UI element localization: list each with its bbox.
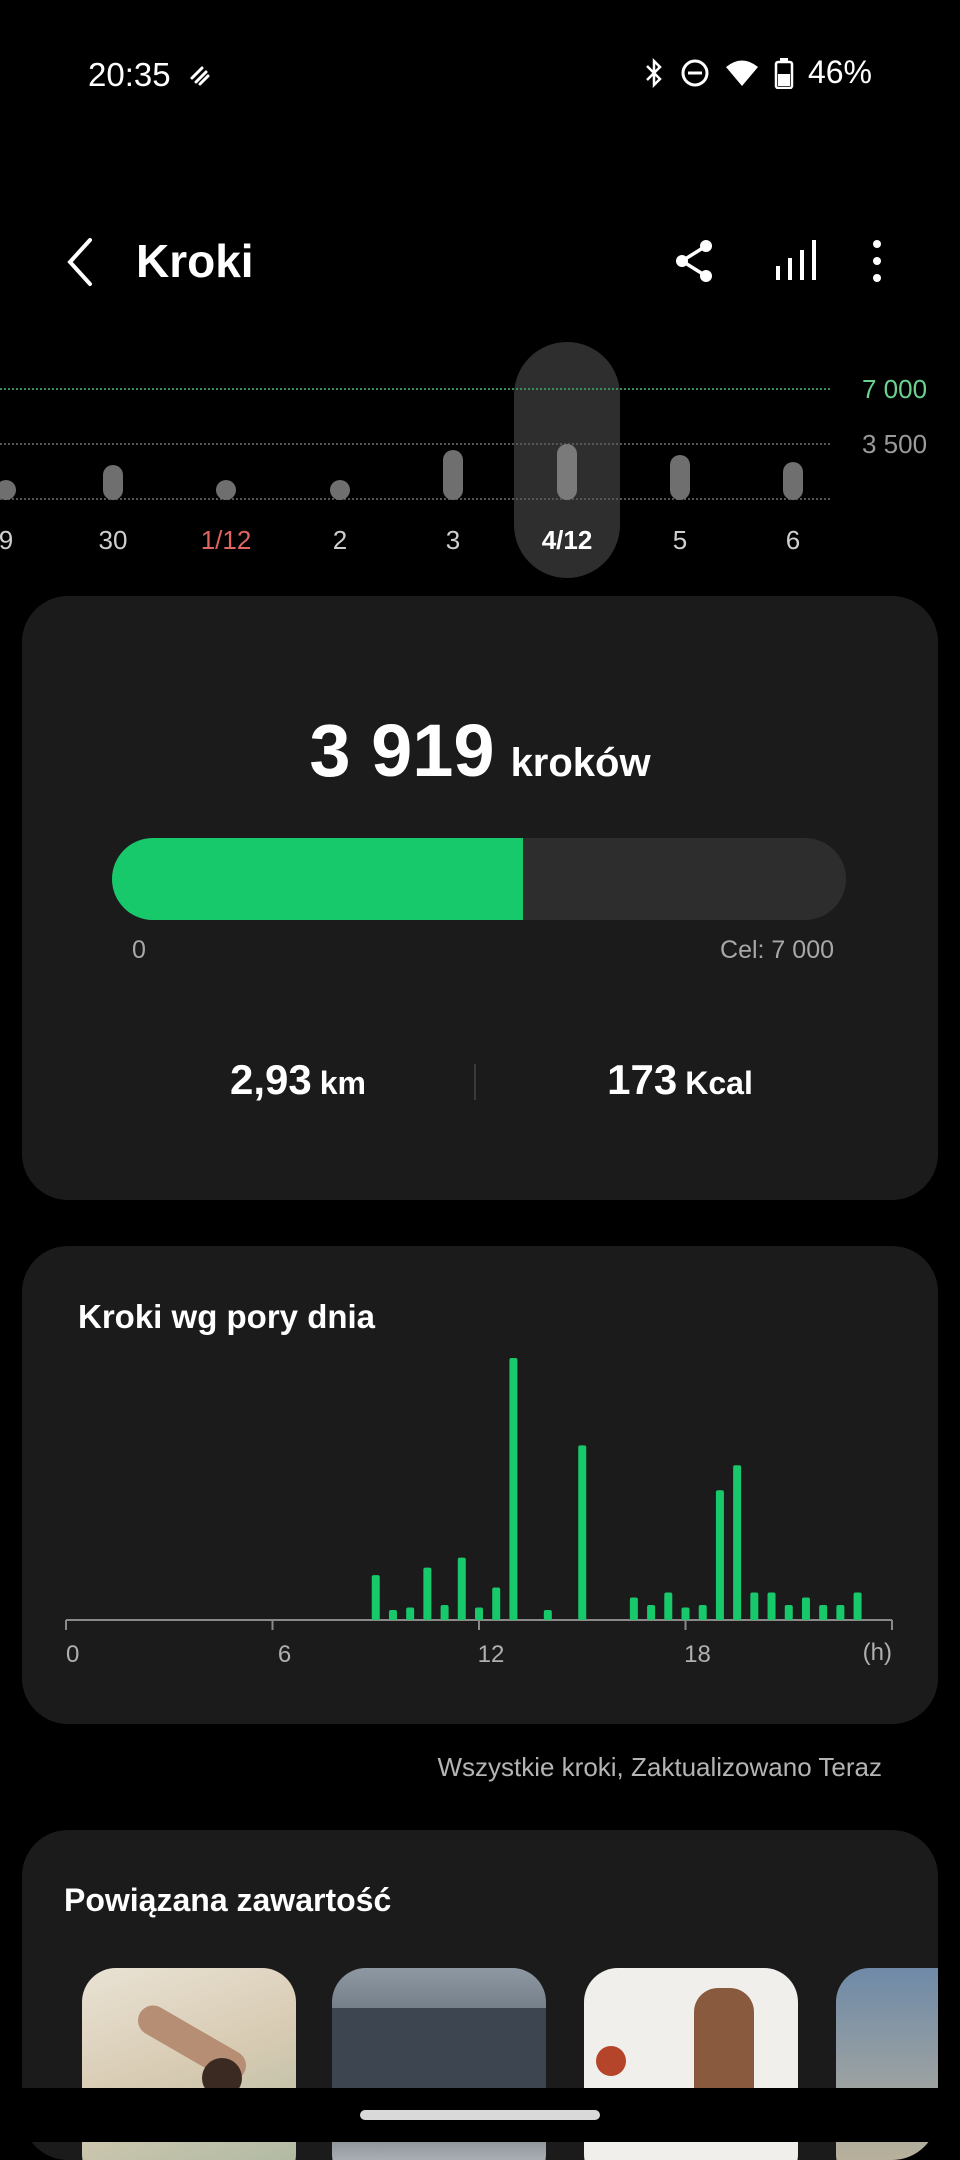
day-bar-7[interactable] [783,462,803,500]
hour-bar [715,1490,724,1620]
hour-bar [750,1592,759,1620]
hour-bar [733,1465,742,1620]
goal-gridline [0,388,830,390]
distance-unit: km [319,1065,366,1101]
progress-min-label: 0 [132,936,146,964]
hour-bar [388,1610,397,1620]
x-tick-label: 6 [278,1641,291,1668]
battery-icon [774,57,794,89]
steps-total: 3 919 kroków [22,708,938,793]
hour-bar [819,1605,828,1620]
calories-value: 173 [607,1056,678,1103]
do-not-disturb-icon [681,59,709,86]
day-bar-6[interactable] [670,455,690,500]
calories-stat: 173 Kcal [530,1056,830,1104]
day-label-1[interactable]: 30 [73,525,153,556]
day-label-3[interactable]: 2 [300,525,380,556]
hour-bar [457,1557,466,1620]
page-title: Kroki [136,235,254,287]
hourly-steps-chart: 0 6 12 18 (h) [65,1358,893,1668]
hour-bar [853,1592,862,1620]
bluetooth-icon [646,57,662,88]
status-time: 20:35 [88,56,171,93]
day-bar-0[interactable] [0,480,16,500]
hour-bar [681,1607,690,1620]
goal-progress-bar [112,838,846,920]
hour-bar [492,1587,501,1620]
chart-icon[interactable] [770,236,820,286]
stat-divider [474,1064,476,1100]
day-label-5[interactable]: 4/12 [527,525,607,556]
day-bar-2[interactable] [216,480,236,500]
goal-tick-label: 7 000 [862,374,928,404]
link-icon [190,66,210,86]
x-tick-label: 12 [478,1641,505,1668]
hour-bar [767,1592,776,1620]
day-label-4[interactable]: 3 [413,525,493,556]
battery-percent: 46% [807,54,872,90]
calories-unit: Kcal [685,1065,753,1101]
hour-bar [440,1605,449,1620]
daily-steps-strip[interactable]: 7 000 3 500 9 30 1/12 2 3 4/12 5 6 [0,340,960,580]
hour-bar [629,1597,638,1620]
day-bar-5[interactable] [557,444,577,500]
wifi-icon [725,60,758,86]
update-footnote: Wszystkie kroki, Zaktualizowano Teraz [437,1752,882,1782]
hour-bar [784,1605,793,1620]
steps-summary-card: 3 919 kroków 0 Cel: 7 000 2,93 km 173 Kcal [22,596,938,1200]
day-label-0[interactable]: 9 [0,525,46,556]
status-icons: 46% [642,54,872,91]
progress-goal-label: Cel: 7 000 [720,936,834,964]
back-chevron-icon[interactable] [60,232,100,292]
hour-bar [801,1597,810,1620]
distance-value: 2,93 [230,1056,312,1103]
hour-bar [647,1605,656,1620]
hour-bar [836,1605,845,1620]
hour-bar [664,1592,673,1620]
more-icon[interactable] [852,236,902,286]
hour-bar [475,1607,483,1620]
status-bar: 20:35 46% [0,0,960,150]
day-bar-3[interactable] [330,480,350,500]
distance-stat: 2,93 km [148,1056,448,1104]
x-axis-unit: (h) [863,1639,892,1666]
x-tick-label: 18 [684,1641,711,1668]
steps-unit: kroków [510,741,651,785]
hour-bar [543,1610,552,1620]
navigation-bar [0,2088,960,2142]
day-bar-4[interactable] [443,450,463,500]
hour-bar [509,1358,518,1620]
day-label-7[interactable]: 6 [753,525,833,556]
hour-bar [423,1567,432,1620]
hour-bar [578,1445,587,1620]
goal-progress-fill [112,838,524,920]
mid-tick-label: 3 500 [862,429,928,459]
mid-gridline [0,443,830,445]
x-tick-label: 0 [66,1641,79,1668]
hour-bar [698,1605,707,1620]
base-gridline [0,498,830,500]
hourly-steps-card[interactable]: Kroki wg pory dnia 0 6 12 18 (h) [22,1246,938,1724]
day-label-6[interactable]: 5 [640,525,720,556]
home-gesture-handle[interactable] [360,2110,600,2120]
steps-count: 3 919 [309,709,495,792]
day-label-2[interactable]: 1/12 [186,525,266,556]
related-title: Powiązana zawartość [64,1882,392,1918]
hour-bar [406,1607,415,1620]
share-icon[interactable] [670,236,720,286]
day-bar-1[interactable] [103,465,123,500]
hour-bar [371,1575,380,1620]
